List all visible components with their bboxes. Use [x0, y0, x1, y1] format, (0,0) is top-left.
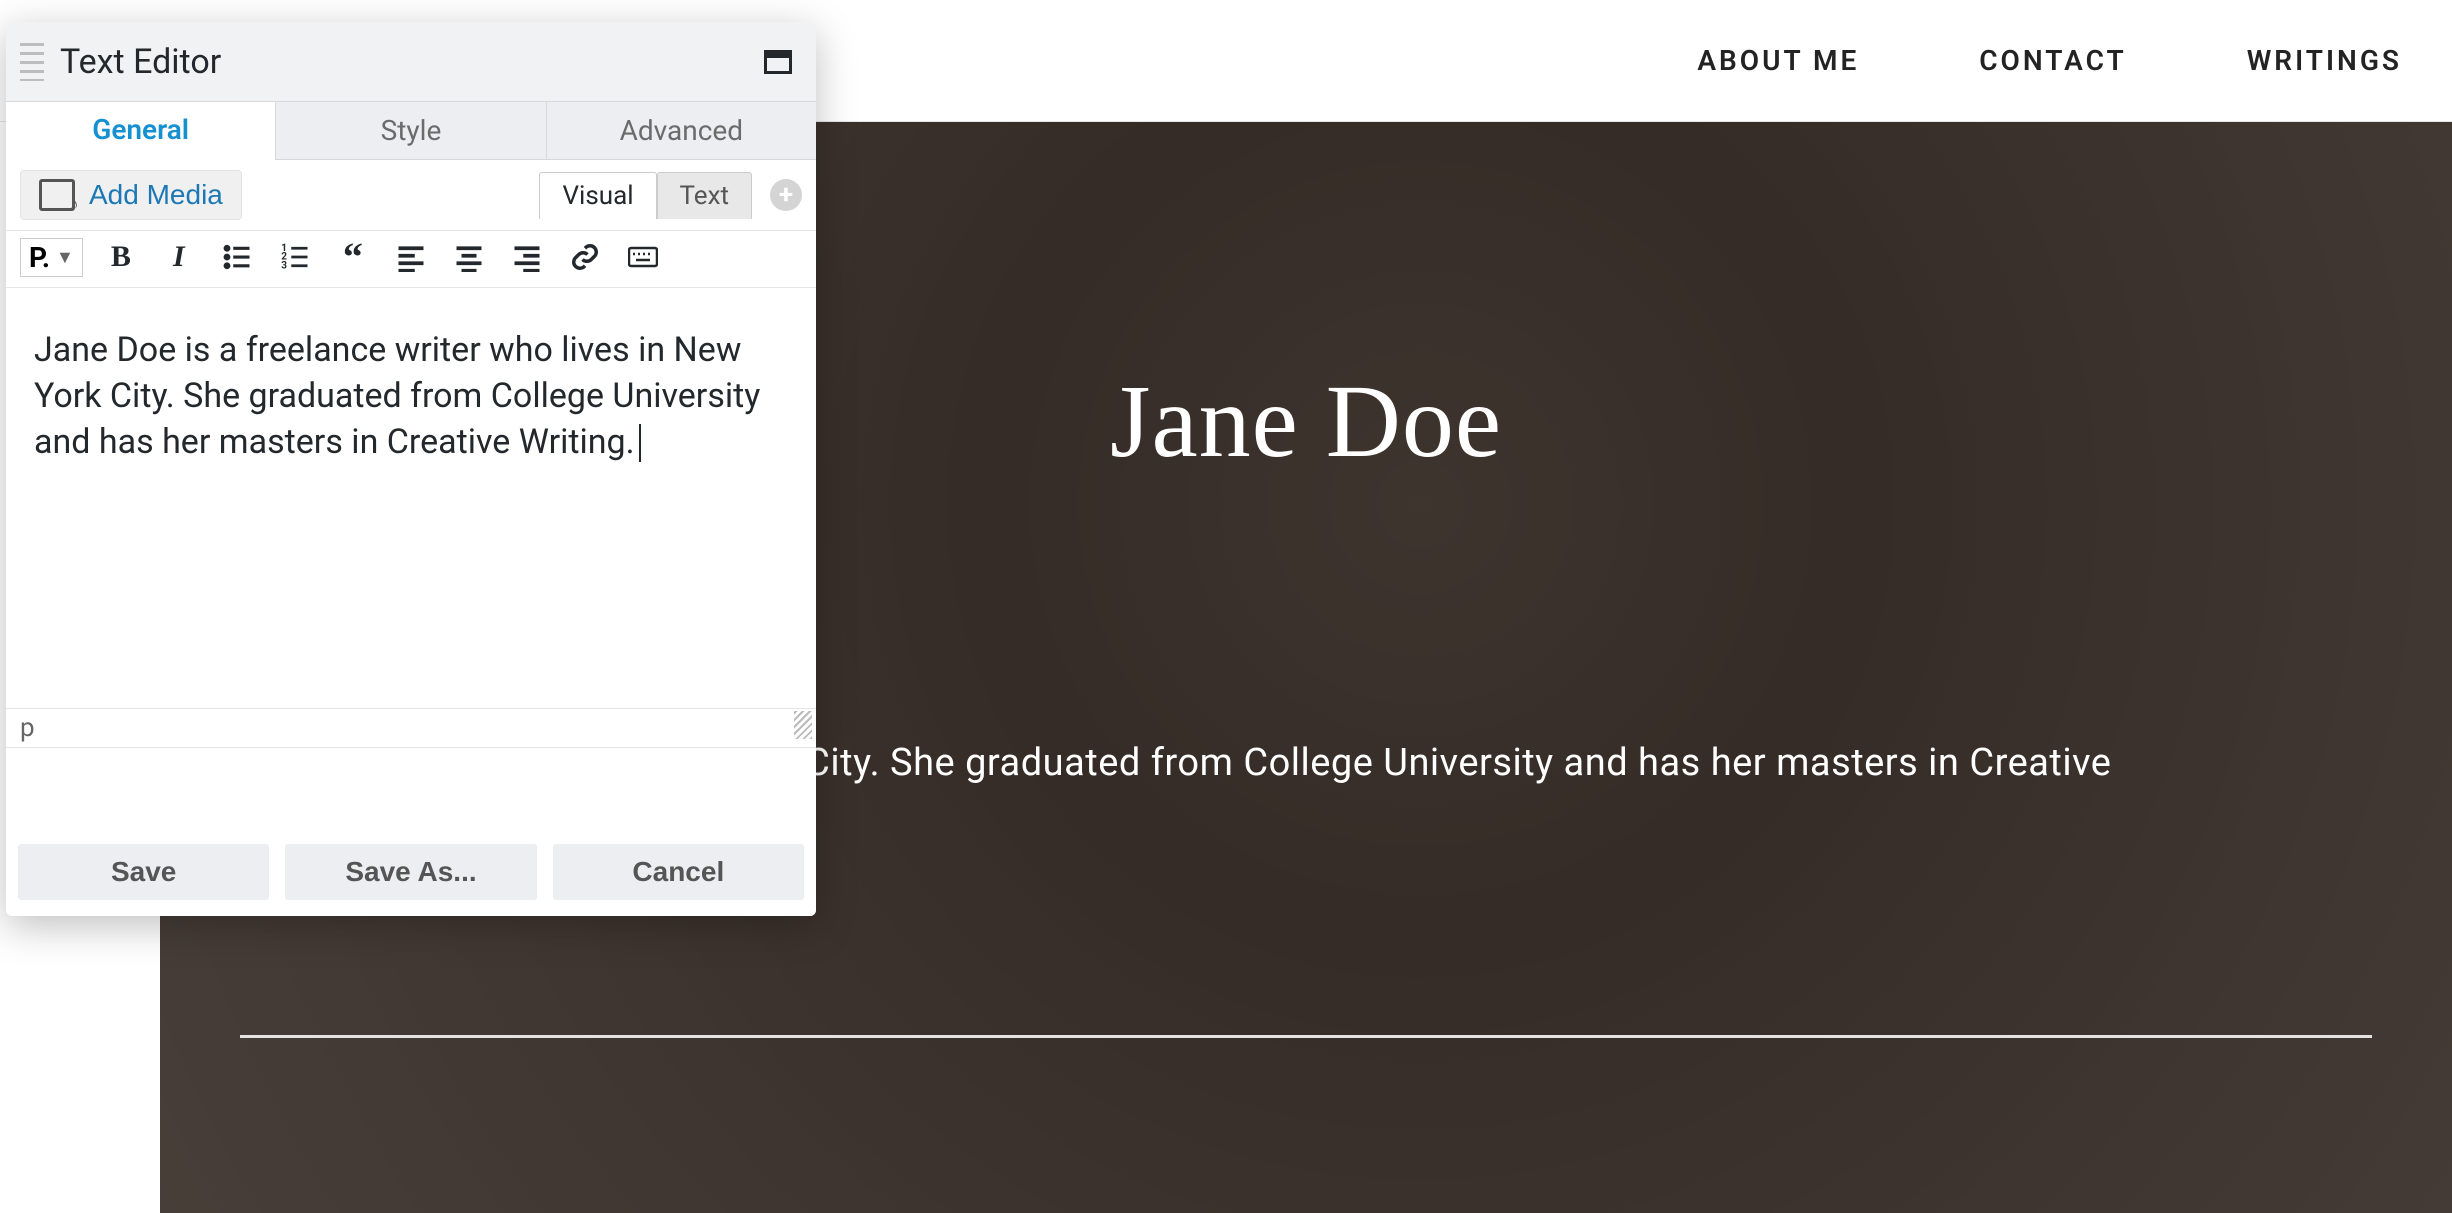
editor-mode-tabs: Visual Text: [539, 172, 752, 219]
align-center-button[interactable]: [449, 237, 489, 277]
caret-down-icon: ▼: [56, 247, 74, 268]
resize-handle-icon[interactable]: [794, 711, 812, 739]
plus-icon[interactable]: +: [770, 179, 802, 211]
tab-advanced[interactable]: Advanced: [546, 102, 816, 160]
mode-tab-text[interactable]: Text: [657, 172, 752, 219]
panel-header: Text Editor: [6, 22, 816, 102]
svg-text:3: 3: [281, 260, 287, 271]
drag-handle-icon[interactable]: [20, 43, 44, 81]
unordered-list-button[interactable]: [217, 237, 257, 277]
editor-content-area[interactable]: Jane Doe is a freelance writer who lives…: [6, 288, 816, 708]
media-icon: [39, 179, 75, 211]
hero-divider: [240, 1035, 2372, 1038]
align-right-button[interactable]: [507, 237, 547, 277]
element-path[interactable]: p: [20, 713, 35, 743]
save-as-button[interactable]: Save As...: [285, 844, 536, 900]
tab-style[interactable]: Style: [275, 102, 545, 160]
panel-tabs: General Style Advanced: [6, 102, 816, 160]
hero-heading: Jane Doe: [1110, 362, 1502, 481]
mode-tab-visual[interactable]: Visual: [539, 172, 656, 219]
cancel-button[interactable]: Cancel: [553, 844, 804, 900]
keyboard-toggle-button[interactable]: [623, 237, 663, 277]
text-editor-panel: Text Editor General Style Advanced Add M…: [6, 22, 816, 916]
editor-toolbar: P. ▼ B I 123 “: [6, 230, 816, 288]
element-path-bar: p: [6, 708, 816, 748]
media-row: Add Media Visual Text +: [6, 160, 816, 230]
nav-about-me[interactable]: ABOUT ME: [1697, 44, 1859, 77]
bold-button[interactable]: B: [101, 237, 141, 277]
align-left-button[interactable]: [391, 237, 431, 277]
text-cursor: [639, 424, 641, 462]
ordered-list-button[interactable]: 123: [275, 237, 315, 277]
save-button[interactable]: Save: [18, 844, 269, 900]
paragraph-format-select[interactable]: P. ▼: [20, 238, 83, 277]
italic-button[interactable]: I: [159, 237, 199, 277]
editor-text: Jane Doe is a freelance writer who lives…: [34, 330, 760, 462]
nav-contact[interactable]: CONTACT: [1979, 44, 2126, 77]
paragraph-format-label: P.: [29, 241, 50, 274]
add-media-button[interactable]: Add Media: [20, 170, 242, 220]
blockquote-button[interactable]: “: [333, 237, 373, 277]
add-media-label: Add Media: [89, 179, 223, 211]
action-row: Save Save As... Cancel: [6, 830, 816, 916]
nav-writings[interactable]: WRITINGS: [2247, 44, 2402, 77]
link-button[interactable]: [565, 237, 605, 277]
maximize-icon[interactable]: [764, 50, 792, 74]
panel-title: Text Editor: [60, 42, 221, 82]
tab-general[interactable]: General: [6, 102, 275, 160]
